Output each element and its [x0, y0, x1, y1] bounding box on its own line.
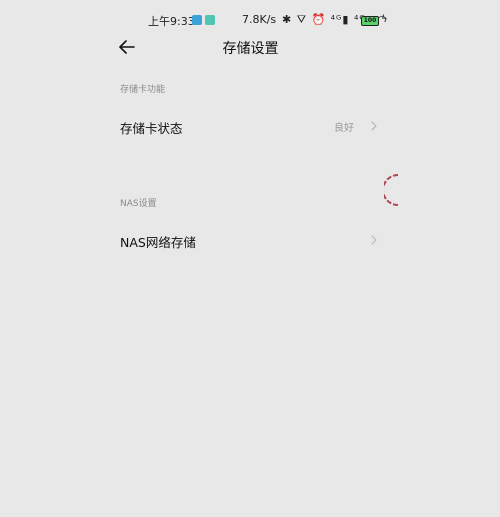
section-label-nas: NAS设置 [120, 199, 157, 209]
chevron-right-icon [371, 235, 377, 245]
app-notification-icon [192, 15, 202, 25]
status-bar: 上午9:33 7.8K/s ✱ ⛛ ⏰ ⁴ᴳ▮ ⁴ᴳ▮ ◠ 100 ϟ [148, 12, 388, 28]
app-notification-icon [205, 15, 215, 25]
chevron-right-icon [371, 121, 377, 131]
row-title: 存储卡状态 [120, 121, 183, 136]
loading-spinner-icon [384, 174, 399, 206]
row-nas-network-storage[interactable]: NAS网络存储 [110, 222, 390, 258]
row-title: NAS网络存储 [120, 235, 196, 250]
row-storage-card-status[interactable]: 存储卡状态 良好 [110, 108, 390, 144]
network-speed: 7.8K/s [242, 13, 277, 26]
screen: 上午9:33 7.8K/s ✱ ⛛ ⏰ ⁴ᴳ▮ ⁴ᴳ▮ ◠ 100 ϟ 存储设置… [0, 0, 500, 517]
battery-icon: 100 [361, 16, 379, 26]
row-value: 良好 [334, 123, 354, 134]
section-label-storage-card: 存储卡功能 [120, 85, 166, 95]
charging-icon: ϟ [381, 14, 388, 25]
status-time: 上午9:33 [148, 15, 195, 28]
page-title: 存储设置 [222, 41, 279, 57]
